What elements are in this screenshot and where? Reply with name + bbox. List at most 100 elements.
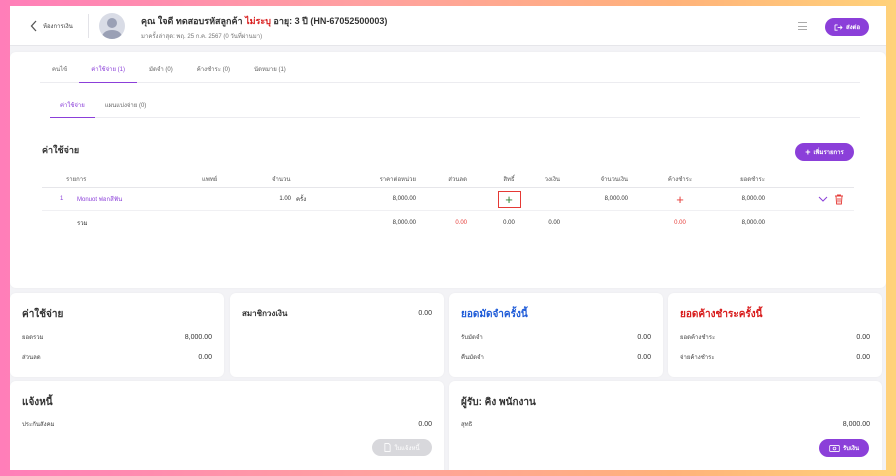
- col-credit: วงเงิน: [544, 176, 560, 183]
- col-doctor: แพทย์: [202, 176, 218, 183]
- insurance-value: 0.00: [418, 420, 432, 428]
- net-line: สุทธิ 8,000.00: [461, 418, 870, 430]
- app-frame: ห้องการเงิน คุณ ใจดี ทดสอบรหัสลูกค้า ไม่…: [10, 6, 886, 470]
- gross-value: 8,000.00: [184, 333, 212, 341]
- col-net: ยอดชำระ: [740, 176, 765, 183]
- document-icon: [384, 443, 391, 452]
- row-outstanding: +: [660, 188, 700, 210]
- tab-appointments[interactable]: นัดหมาย (1): [242, 64, 298, 83]
- discount-label: ส่วนลด: [22, 355, 41, 361]
- plus-icon: +: [805, 147, 811, 157]
- gross-label: ยอดรวม: [22, 335, 44, 341]
- paid-outstanding-label: จ่ายค้างชำระ: [680, 355, 715, 361]
- row-unit: ครั้ง: [296, 197, 307, 203]
- member-credit-line: สมาชิกวงเงิน 0.00: [242, 307, 432, 319]
- table-total-row: รวม 8,000.00 0.00 0.00 0.00 0.00 8,000.0…: [42, 211, 854, 234]
- tab-patient[interactable]: คนไข้: [40, 64, 79, 83]
- receive-deposit-label: รับมัดจำ: [461, 335, 483, 341]
- add-outstanding-button[interactable]: +: [676, 193, 684, 206]
- total-discount: 0.00: [455, 219, 467, 226]
- row-net: 8,000.00: [741, 196, 765, 202]
- paid-outstanding-value: 0.00: [856, 353, 870, 361]
- menu-icon[interactable]: [798, 22, 807, 30]
- receiver-title: ผู้รับ: คิง พนักงาน: [461, 397, 536, 408]
- row-credit: [532, 188, 560, 210]
- back-button[interactable]: ห้องการเงิน: [30, 20, 73, 32]
- expense-panel: คนไข้ ค่าใช้จ่าย (1) มัดจำ (0) ค้างชำระ …: [10, 52, 886, 288]
- add-rights-button[interactable]: +: [497, 190, 521, 208]
- total-credit: 0.00: [548, 219, 560, 226]
- receive-payment-button[interactable]: รับเงิน: [819, 439, 869, 457]
- main-tabs: คนไข้ ค่าใช้จ่าย (1) มัดจำ (0) ค้างชำระ …: [40, 64, 860, 83]
- patient-name: คุณ ใจดี ทดสอบรหัสลูกค้า ไม่ระบุ อายุ: 3…: [141, 14, 387, 28]
- row-unit-price[interactable]: 8,000.00: [360, 188, 416, 210]
- cash-icon: [829, 444, 840, 452]
- discount-value: 0.00: [198, 353, 212, 361]
- total-outstanding: 0.00: [674, 219, 686, 226]
- receive-deposit-value: 0.00: [637, 333, 651, 341]
- send-icon: [834, 23, 843, 31]
- row-discount[interactable]: [432, 188, 467, 210]
- col-unit-price: ราคาต่อหน่วย: [379, 176, 416, 183]
- tab-outstanding[interactable]: ค้างชำระ (0): [185, 64, 242, 83]
- debt-card: แจ้งหนี้ ประกันสังคม 0.00 ใบแจ้งหนี้: [10, 381, 444, 470]
- invoice-button[interactable]: ใบแจ้งหนี้: [372, 439, 432, 456]
- add-item-button[interactable]: + เพิ่มรายการ: [795, 143, 854, 161]
- send-button[interactable]: ส่งต่อ: [825, 18, 869, 36]
- expense-summary-card: ค่าใช้จ่าย ยอดรวม 8,000.00 ส่วนลด 0.00: [10, 293, 224, 377]
- owed-value: 0.00: [856, 333, 870, 341]
- col-rights: สิทธิ์: [503, 176, 515, 183]
- net-label: สุทธิ: [461, 422, 473, 428]
- chevron-down-icon[interactable]: [818, 196, 828, 202]
- section-title: ค่าใช้จ่าย: [42, 145, 80, 155]
- invoice-label: ใบแจ้งหนี้: [394, 445, 420, 452]
- total-net: 8,000.00: [741, 219, 765, 226]
- receive-deposit-line: รับมัดจำ 0.00: [461, 331, 651, 343]
- avatar: [99, 13, 125, 39]
- refund-deposit-value: 0.00: [637, 353, 651, 361]
- tab-expenses[interactable]: ค่าใช้จ่าย (1): [79, 64, 138, 83]
- header-bar: ห้องการเงิน คุณ ใจดี ทดสอบรหัสลูกค้า ไม่…: [10, 6, 886, 46]
- expense-summary-title: ค่าใช้จ่าย: [22, 309, 64, 320]
- col-qty: จำนวน: [272, 176, 291, 183]
- row-index: 1: [60, 196, 64, 202]
- owed-line: ยอดค้างชำระ 0.00: [680, 331, 870, 343]
- send-label: ส่งต่อ: [845, 25, 861, 31]
- total-rights: 0.00: [503, 219, 515, 226]
- member-credit-card: สมาชิกวงเงิน 0.00: [230, 293, 444, 377]
- sub-tabs: ค่าใช้จ่าย แผนแบ่งจ่าย (0): [50, 101, 860, 118]
- insurance-line: ประกันสังคม 0.00: [22, 418, 432, 430]
- tab-deposit[interactable]: มัดจำ (0): [137, 64, 185, 83]
- col-amount: จำนวนเงิน: [600, 176, 628, 183]
- discount-line: ส่วนลด 0.00: [22, 351, 212, 363]
- divider: [88, 14, 89, 38]
- member-credit-title: สมาชิกวงเงิน: [242, 308, 288, 318]
- tab-expense-list[interactable]: ค่าใช้จ่าย: [50, 101, 95, 118]
- expense-table: รายการ แพทย์ จำนวน ราคาต่อหน่วย ส่วนลด ส…: [42, 170, 854, 234]
- plus-icon: +: [505, 191, 513, 207]
- back-label: ห้องการเงิน: [43, 24, 73, 30]
- table-header: รายการ แพทย์ จำนวน ราคาต่อหน่วย ส่วนลด ส…: [42, 170, 854, 188]
- tab-installment-plan[interactable]: แผนแบ่งจ่าย (0): [95, 101, 157, 118]
- row-amount: 8,000.00: [604, 196, 628, 202]
- patient-name-prefix: คุณ ใจดี ทดสอบรหัสลูกค้า: [141, 16, 246, 26]
- last-visit: มาครั้งล่าสุด: พฤ. 25 ก.ค. 2567 (0 วันที…: [141, 34, 263, 40]
- outstanding-card: ยอดค้างชำระครั้งนี้ ยอดค้างชำระ 0.00 จ่า…: [668, 293, 882, 377]
- deposit-title: ยอดมัดจำครั้งนี้: [461, 309, 528, 320]
- chevron-left-icon: [30, 20, 37, 32]
- table-row: 1 Monuot ฟอกสีฟัน 1.00 ครั้ง 8,000.00 + …: [42, 188, 854, 211]
- patient-flag: ไม่ระบุ: [245, 16, 271, 26]
- user-icon: [102, 18, 122, 39]
- row-rights: +: [494, 188, 524, 210]
- col-outstanding: ค้างชำระ: [667, 176, 693, 183]
- gross-line: ยอดรวม 8,000.00: [22, 331, 212, 343]
- col-discount: ส่วนลด: [448, 176, 467, 183]
- trash-icon[interactable]: [834, 194, 844, 205]
- member-credit-value: 0.00: [418, 309, 432, 317]
- row-qty[interactable]: 1.00: [264, 188, 291, 210]
- deposit-card: ยอดมัดจำครั้งนี้ รับมัดจำ 0.00 คืนมัดจำ …: [449, 293, 663, 377]
- row-item[interactable]: Monuot ฟอกสีฟัน: [77, 188, 122, 210]
- patient-name-suffix: อายุ: 3 ปี (HN-67052500003): [270, 16, 388, 26]
- net-value: 8,000.00: [842, 420, 870, 428]
- row-actions: [818, 188, 844, 210]
